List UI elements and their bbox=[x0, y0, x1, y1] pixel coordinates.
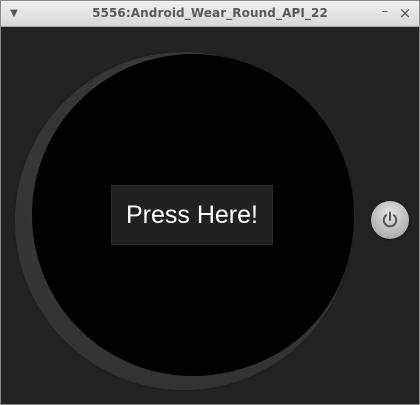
minimize-icon[interactable]: – bbox=[377, 5, 393, 21]
press-here-button[interactable]: Press Here! bbox=[111, 185, 273, 245]
close-icon[interactable]: × bbox=[397, 5, 413, 21]
title-bar[interactable]: ▼ 5556:Android_Wear_Round_API_22 – × bbox=[1, 1, 419, 27]
emulator-content: Press Here! bbox=[1, 27, 419, 404]
emulator-window: ▼ 5556:Android_Wear_Round_API_22 – × Pre… bbox=[0, 0, 420, 405]
power-icon bbox=[382, 211, 398, 228]
power-button[interactable] bbox=[371, 201, 409, 239]
window-title: 5556:Android_Wear_Round_API_22 bbox=[92, 6, 328, 20]
